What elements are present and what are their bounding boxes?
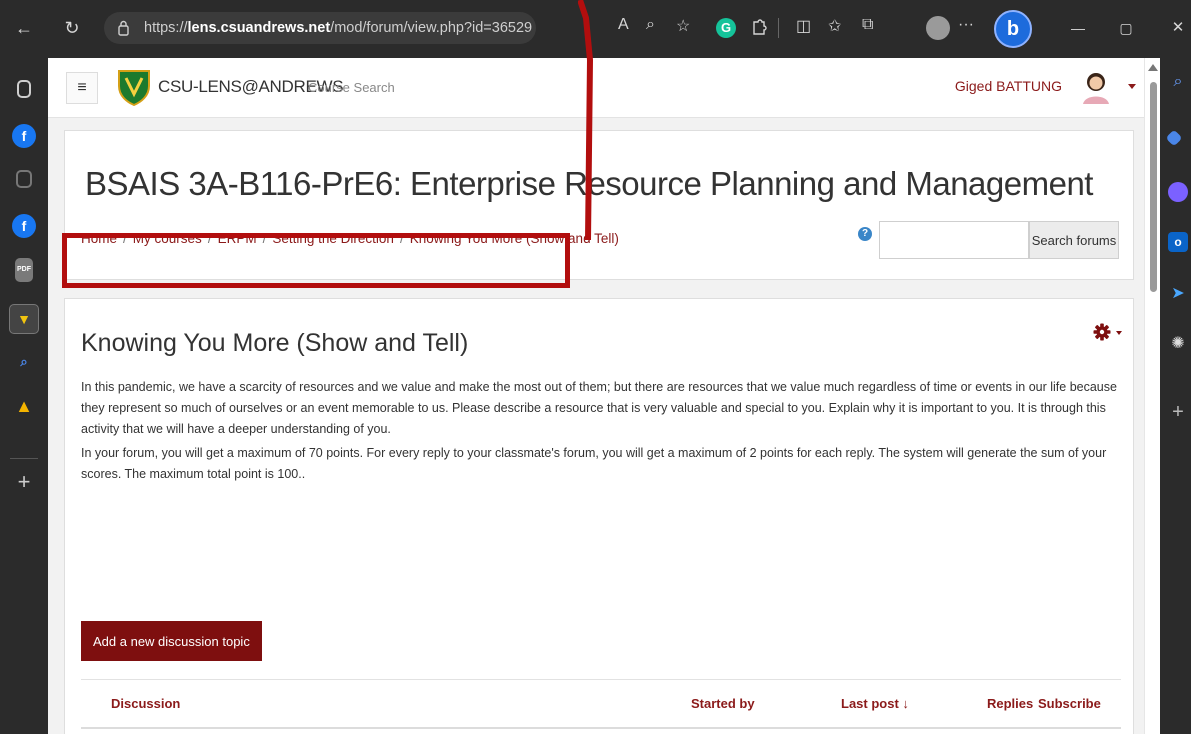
sidebar-divider <box>10 458 38 459</box>
back-icon[interactable]: ← <box>12 14 36 42</box>
send-icon[interactable]: ➤ <box>1168 284 1188 304</box>
url-path: /mod/forum/view.php?id=36529 <box>330 20 533 36</box>
avatar[interactable] <box>1081 70 1111 104</box>
browser-left-sidebar: f f PDF ▼ ⌕ ▲ + <box>0 58 48 734</box>
breadcrumb: Home / My courses / ERPM / Setting the Directi… <box>81 231 619 246</box>
forum-title: Knowing You More (Show and Tell) <box>81 329 469 357</box>
close-icon[interactable]: ✕ <box>1166 14 1190 42</box>
tools-icon[interactable] <box>1165 129 1183 147</box>
breadcrumb-separator: / <box>262 231 267 246</box>
breadcrumb-separator: / <box>123 231 127 246</box>
csu-app-icon[interactable]: ▼ <box>9 304 39 334</box>
add-icon[interactable]: + <box>1168 402 1188 422</box>
breadcrumb-separator: / <box>399 231 404 246</box>
breadcrumb-my-courses[interactable]: My courses <box>133 231 202 246</box>
search-forums-button[interactable]: Search forums <box>1029 221 1119 259</box>
tabs-icon[interactable] <box>17 80 31 98</box>
url-host: lens.csuandrews.net <box>187 20 331 36</box>
read-aloud-icon[interactable]: A <box>618 16 629 34</box>
address-bar[interactable]: https://lens.csuandrews.net/mod/forum/vi… <box>104 12 536 44</box>
add-icon[interactable]: + <box>12 470 36 494</box>
restore-icon[interactable]: ▢ <box>1114 14 1138 42</box>
grammarly-icon[interactable]: G <box>716 18 736 38</box>
profile-icon[interactable] <box>926 16 950 40</box>
col-last-post[interactable]: Last post ↓ <box>841 696 909 711</box>
breadcrumb-home[interactable]: Home <box>81 231 117 246</box>
bing-icon[interactable]: b <box>994 10 1032 48</box>
search-icon[interactable]: ⌕ <box>1168 72 1188 92</box>
user-menu-caret-icon[interactable] <box>1128 84 1136 89</box>
url-prefix: https:// <box>144 20 188 36</box>
forum-scoring-paragraph: In your forum, you will get a maximum of… <box>81 446 1107 481</box>
extensions-icon[interactable] <box>750 18 768 38</box>
split-screen-icon[interactable]: ◫ <box>796 16 811 36</box>
search-forums-input[interactable] <box>879 221 1029 259</box>
add-discussion-topic-button[interactable]: Add a new discussion topic <box>81 621 262 661</box>
user-name[interactable]: Giged BATTUNG <box>955 78 1062 94</box>
google-drive-icon[interactable]: ▲ <box>12 394 36 418</box>
lock-icon[interactable] <box>118 20 129 36</box>
col-started-by[interactable]: Started by <box>691 696 755 711</box>
forum-main-region: Knowing You More (Show and Tell) In this… <box>64 298 1134 734</box>
outlook-icon[interactable]: o <box>1168 232 1188 252</box>
toolbar-divider <box>778 18 779 38</box>
breadcrumb-current-forum[interactable]: Knowing You More (Show and Tell) <box>410 231 619 246</box>
breadcrumb-separator: / <box>207 231 212 246</box>
breadcrumb-setting-the-direction[interactable]: Setting the Direction <box>272 231 394 246</box>
scrollbar-thumb[interactable] <box>1150 82 1157 292</box>
page-header: BSAIS 3A-B116-PrE6: Enterprise Resource … <box>64 130 1134 280</box>
favorites-icon[interactable]: ✩ <box>828 16 841 36</box>
favorite-star-icon[interactable]: ☆ <box>676 16 690 36</box>
zoom-icon[interactable]: ⌕ <box>646 16 655 34</box>
copilot-icon[interactable] <box>1168 182 1188 202</box>
web-page: ≡ CSU-LENS@ANDREWS Course Search Giged B… <box>48 58 1144 734</box>
col-subscribe[interactable]: Subscribe <box>1038 696 1101 711</box>
gear-icon[interactable] <box>1091 321 1131 343</box>
facebook-icon[interactable]: f <box>12 214 36 238</box>
discussion-table-header: Discussion Started by Last post ↓ Replie… <box>81 679 1121 729</box>
note-icon[interactable] <box>16 170 32 188</box>
forum-intro-paragraph: In this pandemic, we have a scarcity of … <box>81 380 1117 436</box>
browser-right-sidebar: ⌕ o ➤ ✺ + <box>1160 58 1191 734</box>
more-icon[interactable]: ··· <box>958 16 974 34</box>
collections-icon[interactable]: ⧉ <box>862 16 873 34</box>
page-scrollbar[interactable] <box>1144 58 1160 734</box>
breadcrumb-erpm[interactable]: ERPM <box>218 231 257 246</box>
site-navbar: ≡ CSU-LENS@ANDREWS Course Search Giged B… <box>48 58 1144 118</box>
scroll-up-icon[interactable] <box>1148 64 1158 71</box>
refresh-icon[interactable]: ↻ <box>60 14 84 42</box>
minimize-icon[interactable]: — <box>1066 14 1090 42</box>
help-icon[interactable]: ? <box>858 227 872 241</box>
col-replies[interactable]: Replies <box>987 696 1033 711</box>
browser-toolbar: ← ↻ https://lens.csuandrews.net/mod/foru… <box>0 0 1191 58</box>
games-icon[interactable]: ✺ <box>1168 334 1188 354</box>
course-search-link[interactable]: Course Search <box>308 80 395 95</box>
menu-icon[interactable]: ≡ <box>66 72 98 104</box>
course-title: BSAIS 3A-B116-PrE6: Enterprise Resource … <box>85 165 1093 202</box>
pdf-icon[interactable]: PDF <box>15 258 33 282</box>
facebook-icon[interactable]: f <box>12 124 36 148</box>
col-discussion[interactable]: Discussion <box>111 696 180 711</box>
search-icon[interactable]: ⌕ <box>12 350 36 374</box>
csu-logo-icon[interactable] <box>116 68 152 106</box>
